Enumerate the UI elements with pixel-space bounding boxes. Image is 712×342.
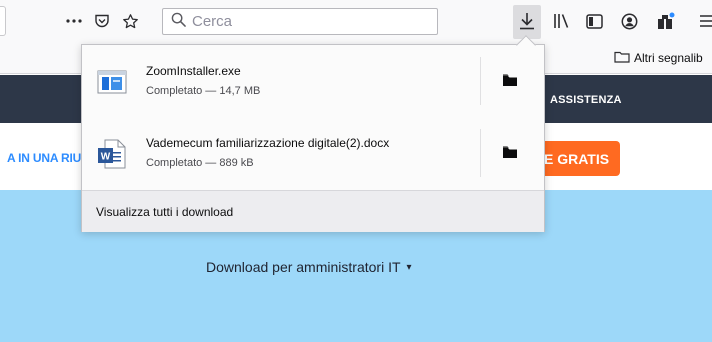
extension-icon[interactable] xyxy=(654,10,678,32)
chevron-down-icon: ▾ xyxy=(406,261,412,273)
browser-toolbar xyxy=(0,0,712,44)
download-filename: ZoomInstaller.exe xyxy=(146,64,241,78)
other-bookmarks-label: Altri segnalib xyxy=(634,51,703,65)
sidebar-icon[interactable] xyxy=(583,10,605,32)
show-all-downloads-label: Visualizza tutti i download xyxy=(96,204,234,219)
download-status: Completato — 889 kB xyxy=(146,157,254,169)
signup-button[interactable]: E GRATIS xyxy=(535,141,620,176)
download-status: Completato — 14,7 MB xyxy=(146,85,261,97)
exe-file-icon xyxy=(96,66,128,98)
search-box[interactable] xyxy=(162,8,438,35)
signup-button-label: E GRATIS xyxy=(544,150,610,167)
svg-text:W: W xyxy=(101,152,111,163)
url-bar-edge[interactable] xyxy=(0,6,6,36)
pocket-icon[interactable] xyxy=(91,10,113,32)
download-filename: Vademecum familiarizzazione digitale(2).… xyxy=(146,136,390,150)
other-bookmarks-folder[interactable]: Altri segnalib xyxy=(614,50,703,66)
ellipsis-icon[interactable] xyxy=(62,10,86,32)
word-document-icon: W xyxy=(96,138,128,170)
promo-text[interactable]: A IN UNA RIU xyxy=(7,151,81,165)
search-icon xyxy=(171,12,186,32)
item-divider xyxy=(480,129,481,177)
library-icon[interactable] xyxy=(551,10,573,32)
download-item[interactable]: ZoomInstaller.exe Completato — 14,7 MB xyxy=(82,45,544,117)
hamburger-menu-icon[interactable] xyxy=(700,10,712,32)
account-icon[interactable] xyxy=(618,10,640,32)
bookmark-star-icon[interactable] xyxy=(119,10,141,32)
download-arrow-icon[interactable] xyxy=(516,10,538,32)
folder-icon[interactable] xyxy=(502,73,518,87)
folder-icon[interactable] xyxy=(502,145,518,159)
show-all-downloads-button[interactable]: Visualizza tutti i download xyxy=(82,190,544,232)
download-item[interactable]: W Vademecum familiarizzazione digitale(2… xyxy=(82,117,544,189)
admin-download-link[interactable]: Download per amministratori IT ▾ xyxy=(206,259,412,275)
item-divider xyxy=(480,57,481,105)
search-input[interactable] xyxy=(192,13,422,30)
folder-icon xyxy=(614,50,634,66)
downloads-panel: ZoomInstaller.exe Completato — 14,7 MB W… xyxy=(81,44,545,232)
nav-link-assistenza[interactable]: ASSISTENZA xyxy=(550,94,622,106)
admin-download-label: Download per amministratori IT xyxy=(206,259,401,275)
